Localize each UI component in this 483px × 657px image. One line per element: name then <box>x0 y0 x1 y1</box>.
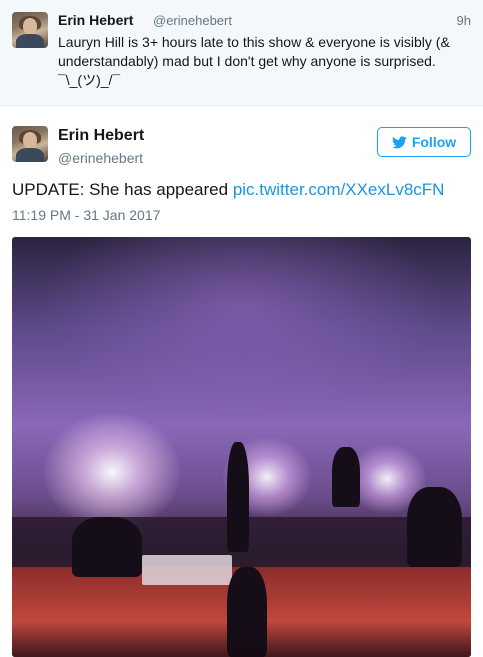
tweet-text: UPDATE: She has appeared pic.twitter.com… <box>12 180 444 200</box>
parent-tweet-time[interactable]: 9h <box>457 13 471 28</box>
tweet-photo-link[interactable]: pic.twitter.com/XXexLv8cFN <box>233 180 445 199</box>
avatar[interactable] <box>12 126 48 162</box>
follow-button[interactable]: Follow <box>377 127 471 157</box>
musician-silhouette <box>72 517 142 577</box>
parent-tweet-text: Lauryn Hill is 3+ hours late to this sho… <box>58 34 450 88</box>
avatar[interactable] <box>12 12 48 48</box>
tweet-text-body: UPDATE: She has appeared <box>12 180 233 199</box>
musician-silhouette <box>407 487 462 567</box>
author-name[interactable]: Erin Hebert <box>58 127 144 145</box>
parent-tweet[interactable]: Erin Hebert @erinehebert 9h Lauryn Hill … <box>0 0 483 106</box>
performer-silhouette <box>227 442 249 552</box>
tweet-photo[interactable] <box>12 237 471 657</box>
author-handle[interactable]: @erinehebert <box>58 150 143 166</box>
parent-author-name[interactable]: Erin Hebert <box>58 12 133 28</box>
audience <box>12 622 471 657</box>
parent-author-handle[interactable]: @erinehebert <box>153 13 232 28</box>
stage-riser <box>142 555 232 585</box>
follow-label: Follow <box>411 134 457 150</box>
musician-silhouette <box>332 447 360 507</box>
twitter-bird-icon <box>391 135 407 148</box>
tweet-timestamp[interactable]: 11:19 PM - 31 Jan 2017 <box>12 207 160 223</box>
